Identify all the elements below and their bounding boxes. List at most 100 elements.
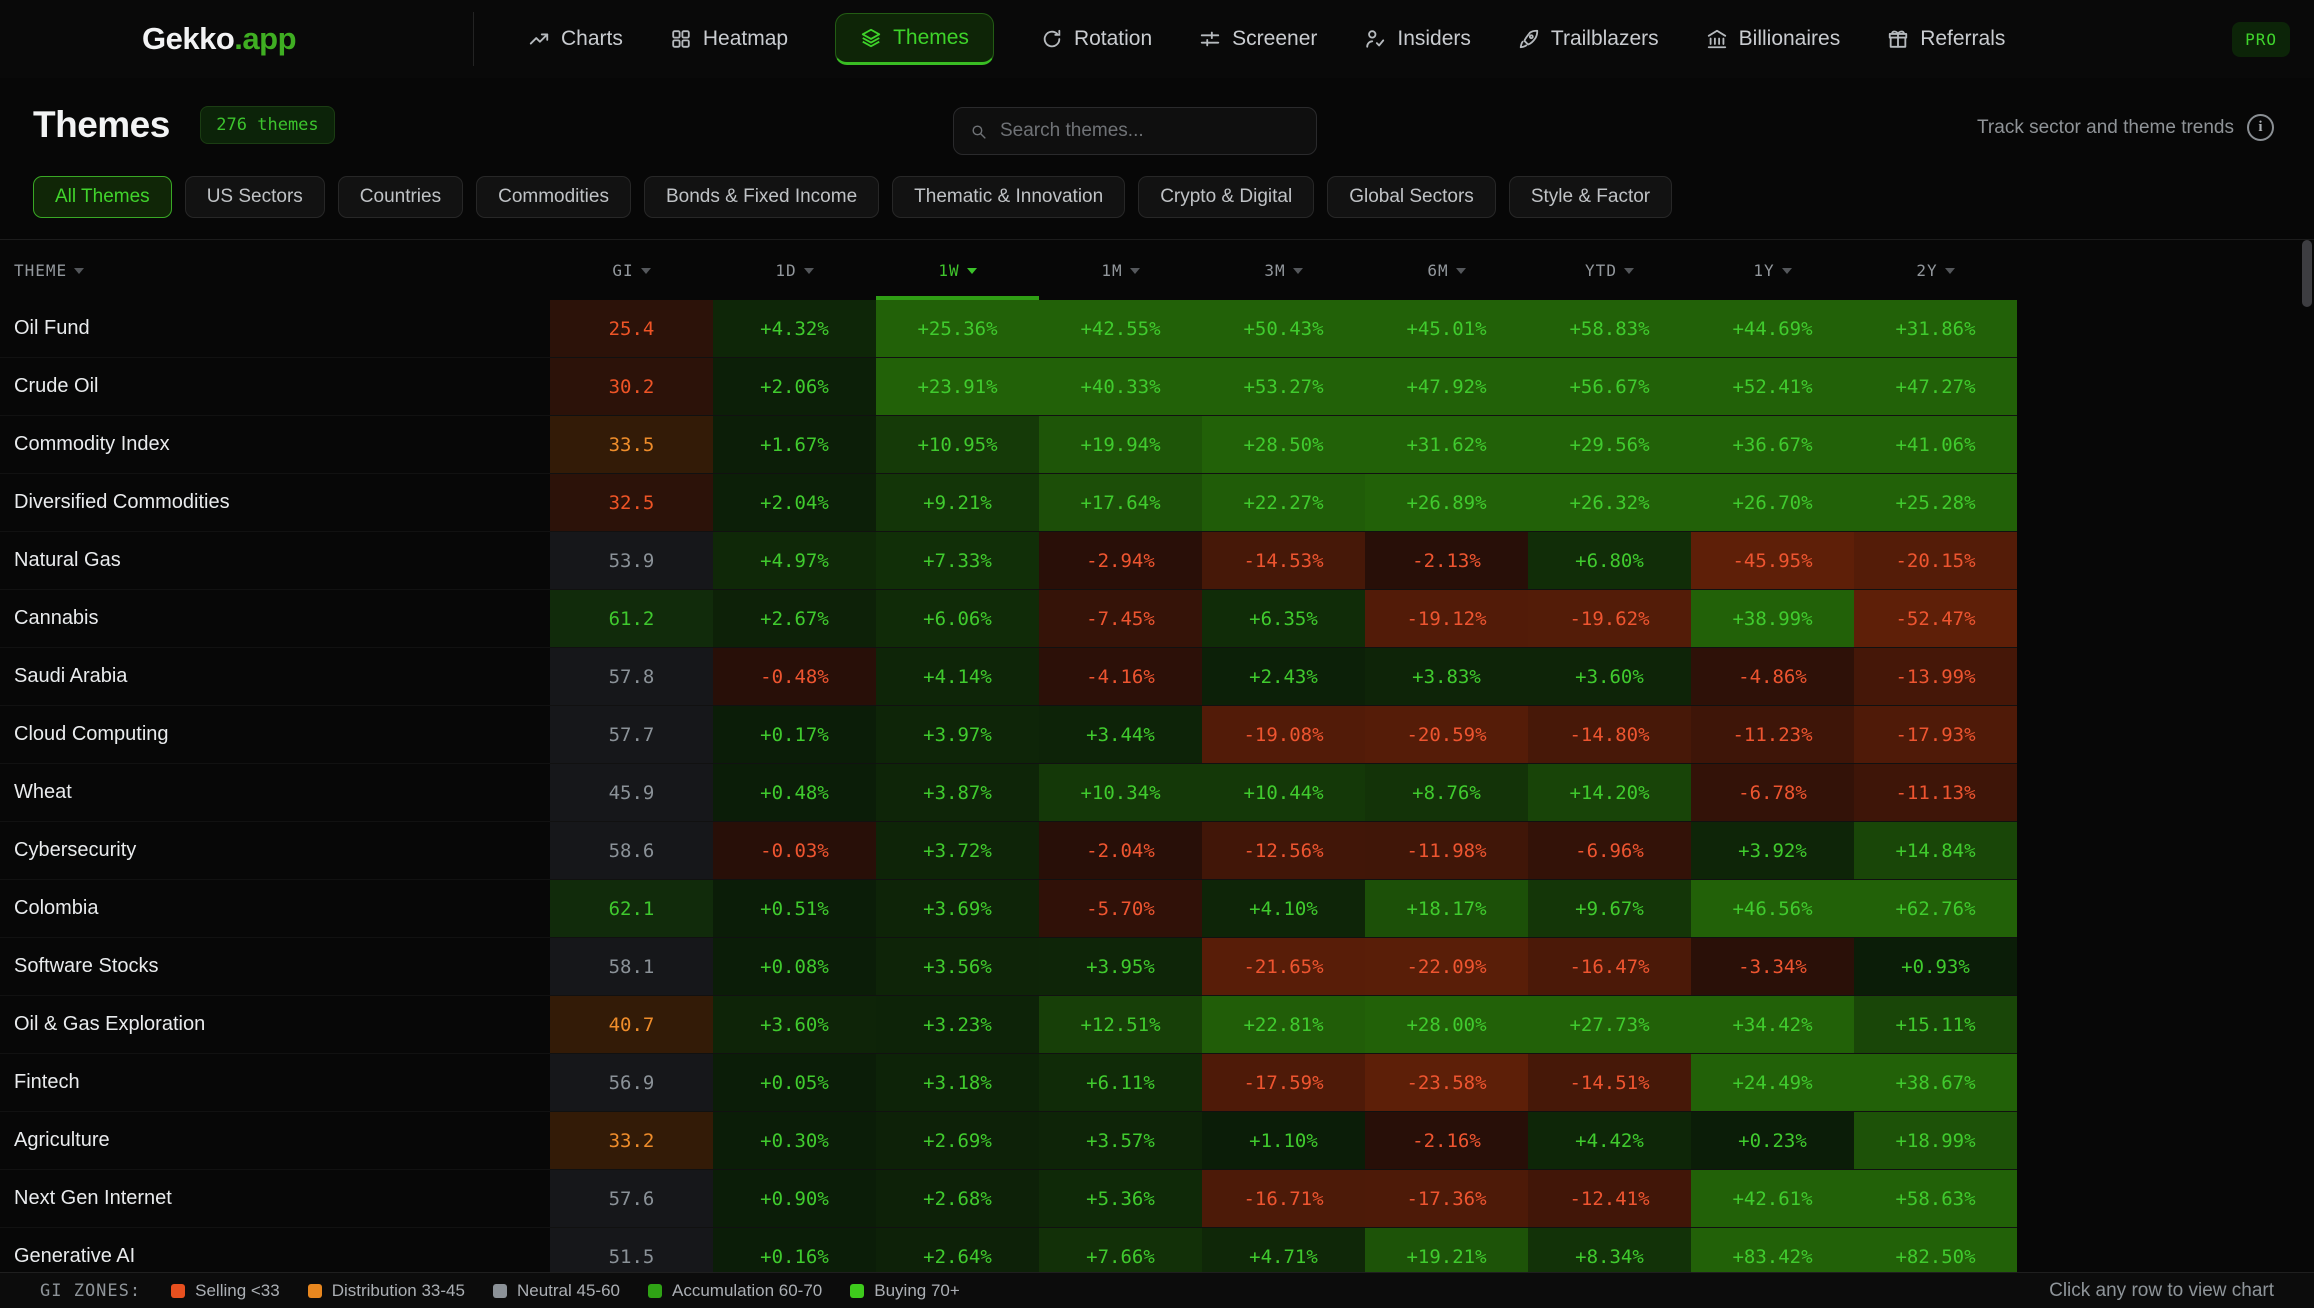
column-header-ytd[interactable]: YTD: [1528, 240, 1691, 300]
filter-tab-global-sectors[interactable]: Global Sectors: [1327, 176, 1496, 218]
value-cell: +14.20%: [1528, 764, 1691, 821]
column-header-1y[interactable]: 1Y: [1691, 240, 1854, 300]
nav-item-label: Trailblazers: [1551, 27, 1659, 51]
table-row-oil-gas-exploration[interactable]: Oil & Gas Exploration40.7+3.60%+3.23%+12…: [0, 996, 2017, 1054]
table-row-crude-oil[interactable]: Crude Oil30.2+2.06%+23.91%+40.33%+53.27%…: [0, 358, 2017, 416]
value-cell: +28.50%: [1202, 416, 1365, 473]
value-cell: -0.03%: [713, 822, 876, 879]
zone-label: Selling <33: [195, 1281, 280, 1301]
column-header-1w[interactable]: 1W: [876, 240, 1039, 300]
tagline-text: Track sector and theme trends: [1977, 117, 2234, 139]
filter-tab-all-themes[interactable]: All Themes: [33, 176, 172, 218]
search-box[interactable]: [953, 107, 1317, 155]
value-cell: -0.48%: [713, 648, 876, 705]
value-cell: +19.94%: [1039, 416, 1202, 473]
table-row-colombia[interactable]: Colombia62.1+0.51%+3.69%-5.70%+4.10%+18.…: [0, 880, 2017, 938]
column-header-1m[interactable]: 1M: [1039, 240, 1202, 300]
table-row-agriculture[interactable]: Agriculture33.2+0.30%+2.69%+3.57%+1.10%-…: [0, 1112, 2017, 1170]
column-header-2y[interactable]: 2Y: [1854, 240, 2017, 300]
gi-cell: 58.1: [550, 938, 713, 995]
nav-item-insiders[interactable]: Insiders: [1364, 27, 1471, 51]
filter-tab-countries[interactable]: Countries: [338, 176, 463, 218]
value-cell: +0.30%: [713, 1112, 876, 1169]
table-row-saudi-arabia[interactable]: Saudi Arabia57.8-0.48%+4.14%-4.16%+2.43%…: [0, 648, 2017, 706]
zone-color-swatch: [850, 1284, 864, 1298]
value-cell: -19.12%: [1365, 590, 1528, 647]
nav-item-label: Heatmap: [703, 27, 788, 51]
zone-label: Buying 70+: [874, 1281, 960, 1301]
theme-name: Crude Oil: [0, 358, 550, 415]
zone-color-swatch: [493, 1284, 507, 1298]
value-cell: +38.67%: [1854, 1054, 2017, 1111]
table-row-generative-ai[interactable]: Generative AI51.5+0.16%+2.64%+7.66%+4.71…: [0, 1228, 2017, 1272]
value-cell: +26.89%: [1365, 474, 1528, 531]
table-row-cloud-computing[interactable]: Cloud Computing57.7+0.17%+3.97%+3.44%-19…: [0, 706, 2017, 764]
value-cell: +44.69%: [1691, 300, 1854, 357]
value-cell: -2.94%: [1039, 532, 1202, 589]
column-header-label: 1W: [938, 261, 959, 280]
search-input[interactable]: [1000, 120, 1300, 142]
value-cell: +2.06%: [713, 358, 876, 415]
value-cell: +2.68%: [876, 1170, 1039, 1227]
sort-arrow-icon: [1624, 268, 1634, 274]
value-cell: +27.73%: [1528, 996, 1691, 1053]
table-row-natural-gas[interactable]: Natural Gas53.9+4.97%+7.33%-2.94%-14.53%…: [0, 532, 2017, 590]
nav-item-screener[interactable]: Screener: [1199, 27, 1317, 51]
value-cell: +0.08%: [713, 938, 876, 995]
column-header-theme[interactable]: THEME: [0, 240, 550, 300]
filter-tab-style-factor[interactable]: Style & Factor: [1509, 176, 1672, 218]
value-cell: +7.66%: [1039, 1228, 1202, 1272]
column-header-gi[interactable]: GI: [550, 240, 713, 300]
value-cell: +18.99%: [1854, 1112, 2017, 1169]
gi-cell: 53.9: [550, 532, 713, 589]
column-header-6m[interactable]: 6M: [1365, 240, 1528, 300]
grid-icon: [670, 28, 692, 50]
info-icon[interactable]: i: [2247, 114, 2274, 141]
value-cell: -21.65%: [1202, 938, 1365, 995]
value-cell: +58.63%: [1854, 1170, 2017, 1227]
gi-cell: 30.2: [550, 358, 713, 415]
table-row-cannabis[interactable]: Cannabis61.2+2.67%+6.06%-7.45%+6.35%-19.…: [0, 590, 2017, 648]
value-cell: +3.95%: [1039, 938, 1202, 995]
theme-name: Oil & Gas Exploration: [0, 996, 550, 1053]
app-logo[interactable]: Gekko .app: [0, 21, 473, 57]
table-row-wheat[interactable]: Wheat45.9+0.48%+3.87%+10.34%+10.44%+8.76…: [0, 764, 2017, 822]
value-cell: +4.14%: [876, 648, 1039, 705]
filter-tab-bonds-fixed-income[interactable]: Bonds & Fixed Income: [644, 176, 879, 218]
filter-tab-us-sectors[interactable]: US Sectors: [185, 176, 325, 218]
value-cell: -3.34%: [1691, 938, 1854, 995]
filter-tab-commodities[interactable]: Commodities: [476, 176, 631, 218]
nav-item-charts[interactable]: Charts: [528, 27, 623, 51]
pro-badge[interactable]: PRO: [2232, 22, 2290, 57]
nav-item-trailblazers[interactable]: Trailblazers: [1518, 27, 1659, 51]
table-row-next-gen-internet[interactable]: Next Gen Internet57.6+0.90%+2.68%+5.36%-…: [0, 1170, 2017, 1228]
table-row-fintech[interactable]: Fintech56.9+0.05%+3.18%+6.11%-17.59%-23.…: [0, 1054, 2017, 1112]
table-row-commodity-index[interactable]: Commodity Index33.5+1.67%+10.95%+19.94%+…: [0, 416, 2017, 474]
gi-cell: 57.6: [550, 1170, 713, 1227]
nav-item-rotation[interactable]: Rotation: [1041, 27, 1152, 51]
column-header-3m[interactable]: 3M: [1202, 240, 1365, 300]
nav-item-heatmap[interactable]: Heatmap: [670, 27, 788, 51]
value-cell: -7.45%: [1039, 590, 1202, 647]
value-cell: +10.34%: [1039, 764, 1202, 821]
nav-item-referrals[interactable]: Referrals: [1887, 27, 2005, 51]
table-row-software-stocks[interactable]: Software Stocks58.1+0.08%+3.56%+3.95%-21…: [0, 938, 2017, 996]
table-row-oil-fund[interactable]: Oil Fund25.4+4.32%+25.36%+42.55%+50.43%+…: [0, 300, 2017, 358]
filter-tab-thematic-innovation[interactable]: Thematic & Innovation: [892, 176, 1125, 218]
theme-name: Oil Fund: [0, 300, 550, 357]
table-row-cybersecurity[interactable]: Cybersecurity58.6-0.03%+3.72%-2.04%-12.5…: [0, 822, 2017, 880]
value-cell: +3.97%: [876, 706, 1039, 763]
gi-cell: 25.4: [550, 300, 713, 357]
value-cell: +47.27%: [1854, 358, 2017, 415]
column-header-1d[interactable]: 1D: [713, 240, 876, 300]
nav-item-themes[interactable]: Themes: [835, 13, 994, 65]
value-cell: -16.71%: [1202, 1170, 1365, 1227]
table-row-diversified-commodities[interactable]: Diversified Commodities32.5+2.04%+9.21%+…: [0, 474, 2017, 532]
scrollbar-thumb[interactable]: [2302, 240, 2312, 307]
zone-color-swatch: [171, 1284, 185, 1298]
gi-cell: 40.7: [550, 996, 713, 1053]
filter-tab-crypto-digital[interactable]: Crypto & Digital: [1138, 176, 1314, 218]
nav-item-billionaires[interactable]: Billionaires: [1706, 27, 1841, 51]
value-cell: -13.99%: [1854, 648, 2017, 705]
value-cell: +15.11%: [1854, 996, 2017, 1053]
